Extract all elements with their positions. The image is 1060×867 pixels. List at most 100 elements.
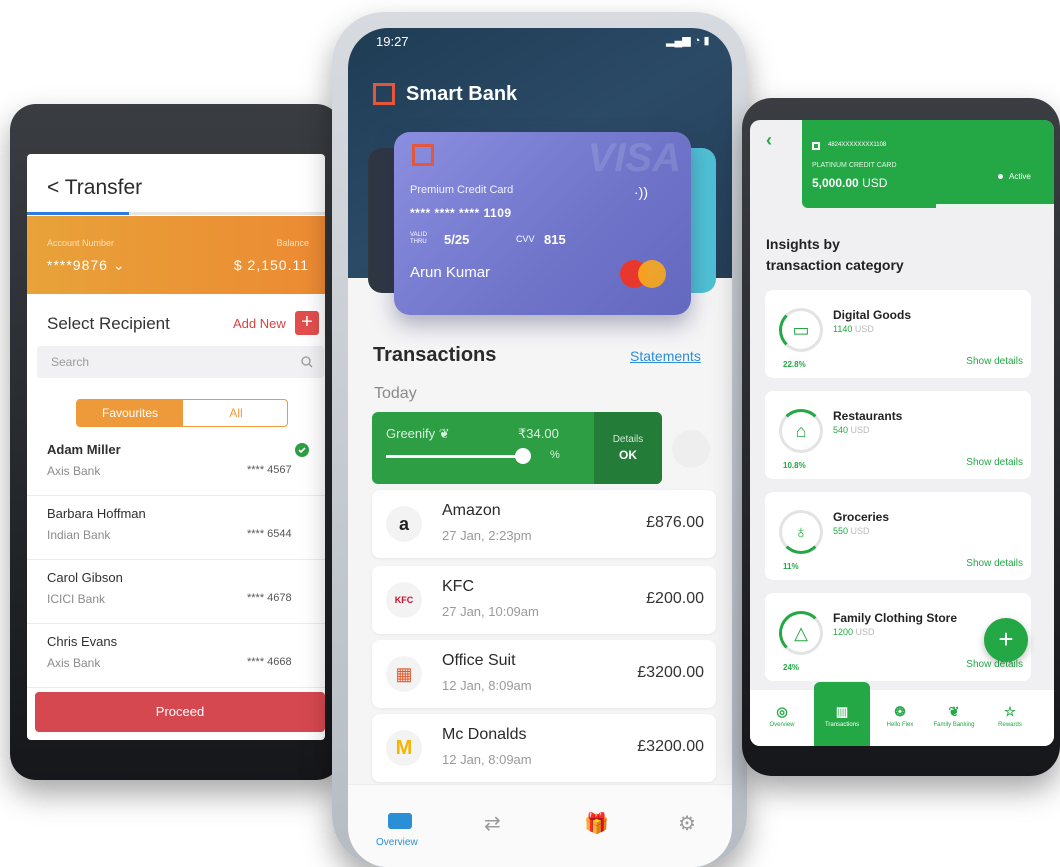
kfc-icon: KFC (386, 582, 422, 618)
tab-all[interactable]: All (183, 400, 287, 426)
details-label: Details (612, 434, 644, 445)
transaction-date: 27 Jan, 10:09am (442, 604, 539, 619)
back-icon[interactable]: < (47, 176, 59, 199)
merchant-name: Amazon (442, 502, 501, 519)
mastercard-icon (620, 260, 670, 288)
card-holder: Arun Kumar (410, 264, 491, 281)
account-banner[interactable]: Account Number Balance ****9876 ⌄ $ 2,15… (27, 216, 325, 294)
credit-card[interactable]: VISA Premium Credit Card ·)) **** **** *… (394, 132, 691, 315)
add-button[interactable]: + (984, 618, 1028, 662)
card-header[interactable]: 4824XXXXXXXX1108 PLATINUM CREDIT CARD 5,… (802, 120, 1054, 208)
show-details-link[interactable]: Show details (966, 356, 1023, 367)
category-amount: 540 USD (833, 425, 870, 435)
category-percent: 11% (783, 562, 799, 571)
mcdonalds-icon: M (386, 730, 422, 766)
category-name: Restaurants (833, 409, 903, 423)
recipient-name: Adam Miller (47, 442, 121, 457)
category-card[interactable]: ♁ Groceries 550 USD 11% Show details (765, 492, 1031, 580)
apple-icon[interactable] (672, 430, 710, 468)
recipient-row[interactable]: Carol Gibson ICICI Bank **** 4678 (27, 560, 325, 624)
nav-rewards[interactable]: ☆ Rewards (982, 704, 1038, 728)
visa-watermark: VISA (587, 136, 681, 180)
cvv-value: 815 (544, 232, 566, 247)
back-icon[interactable]: ‹ (766, 130, 772, 151)
search-input[interactable]: Search (37, 346, 324, 378)
transaction-amount: £3200.00 (637, 664, 704, 681)
category-percent: 22.8% (783, 360, 806, 369)
contactless-icon: ·)) (634, 184, 648, 200)
card-number: 4824XXXXXXXX1108 (828, 142, 887, 148)
statements-link[interactable]: Statements (630, 348, 701, 364)
proceed-button[interactable]: Proceed (35, 692, 325, 732)
category-amount: 1200 USD (833, 627, 875, 637)
greenify-label: Greenify ❦ (386, 426, 450, 441)
tab-favourites[interactable]: Favourites (77, 400, 183, 426)
percent-unit: % (550, 449, 560, 461)
slider-handle[interactable] (515, 448, 531, 464)
card-logo-icon (412, 144, 434, 166)
show-details-link[interactable]: Show details (966, 558, 1023, 569)
recipient-row[interactable]: Adam Miller Axis Bank **** 4567 (27, 432, 325, 496)
ok-label: OK (619, 448, 637, 462)
account-number[interactable]: ****9876 ⌄ (47, 257, 126, 274)
add-icon[interactable]: + (295, 311, 319, 335)
account-number-label: Account Number (47, 238, 115, 248)
category-card[interactable]: ▭ Digital Goods 1140 USD 22.8% Show deta… (765, 290, 1031, 378)
nav-hello-flex[interactable]: ❂ Hello Flex (872, 704, 928, 728)
greenify-row[interactable]: Greenify ❦ ₹34.00 % Details OK (372, 412, 662, 484)
nav-overview[interactable]: Overview (376, 837, 418, 848)
recipient-bank: Axis Bank (47, 464, 101, 478)
balance-label: Balance (276, 238, 309, 248)
progress-track (936, 204, 1054, 208)
recipient-row[interactable]: Chris Evans Axis Bank **** 4668 (27, 624, 325, 688)
balance-value: $ 2,150.11 (233, 257, 309, 273)
show-details-link[interactable]: Show details (966, 457, 1023, 468)
transfer-screen: < Transfer Account Number Balance ****98… (27, 154, 325, 740)
category-name: Family Clothing Store (833, 611, 958, 625)
nav-family-banking[interactable]: ❦ Family Banking (926, 704, 982, 728)
recipient-row[interactable]: Barbara Hoffman Indian Bank **** 6544 (27, 496, 325, 560)
category-card[interactable]: ⌂ Restaurants 540 USD 10.8% Show details (765, 391, 1031, 479)
category-name: Groceries (833, 510, 890, 524)
merchant-name: Office Suit (442, 652, 516, 669)
transaction-row[interactable]: a Amazon 27 Jan, 2:23pm £876.00 (372, 490, 716, 558)
transfer-icon[interactable]: ⇄ (484, 811, 501, 836)
gift-icon[interactable]: 🎁 (584, 811, 609, 836)
page-title: < Transfer (47, 176, 142, 200)
merchant-name: Mc Donalds (442, 726, 527, 743)
nav-transactions[interactable]: ▥ Transactions (814, 682, 870, 746)
recipient-bank: Axis Bank (47, 656, 101, 670)
details-ok-button[interactable]: Details OK (594, 412, 662, 484)
transaction-row[interactable]: KFC KFC 27 Jan, 10:09am £200.00 (372, 566, 716, 634)
hanger-icon: △ (779, 611, 823, 655)
bank-logo-icon (373, 83, 395, 105)
bottom-nav: ◎ Overview ▥ Transactions ❂ Hello Flex ❦ Fam… (750, 682, 1054, 746)
search-icon (301, 356, 313, 368)
gear-icon[interactable]: ⚙ (678, 811, 696, 836)
card-nav-icon[interactable] (388, 813, 412, 829)
valid-label: VALID THRU (410, 232, 427, 245)
recipient-account: **** 4678 (247, 592, 292, 604)
search-placeholder: Search (51, 355, 90, 369)
transaction-row[interactable]: ▦ Office Suit 12 Jan, 8:09am £3200.00 (372, 640, 716, 708)
today-label: Today (374, 385, 417, 402)
transaction-date: 27 Jan, 2:23pm (442, 528, 532, 543)
title-text: Transfer (64, 176, 143, 199)
greenify-amount: ₹34.00 (518, 426, 559, 441)
groceries-icon: ♁ (779, 510, 823, 554)
bottom-nav: Overview ⇄ 🎁 ⚙ (348, 784, 732, 867)
insights-title: Insights by transaction category (766, 236, 904, 273)
category-percent: 10.8% (783, 461, 806, 470)
signal-icon: ▂▄▆ ◔ ▮ (666, 35, 710, 47)
greenify-slider[interactable] (386, 455, 524, 458)
transaction-row[interactable]: M Mc Donalds 12 Jan, 8:09am £3200.00 (372, 714, 716, 782)
transaction-amount: £3200.00 (637, 738, 704, 755)
show-details-link[interactable]: Show details (966, 659, 1023, 670)
nav-overview[interactable]: ◎ Overview (754, 704, 810, 728)
chevron-down-icon[interactable]: ⌄ (113, 257, 126, 273)
office-icon: ▦ (386, 656, 422, 692)
category-amount: 1140 USD (833, 324, 874, 334)
phone-left: < Transfer Account Number Balance ****98… (10, 104, 342, 780)
card-type: Premium Credit Card (410, 184, 514, 196)
add-new-link[interactable]: Add New (233, 316, 286, 331)
